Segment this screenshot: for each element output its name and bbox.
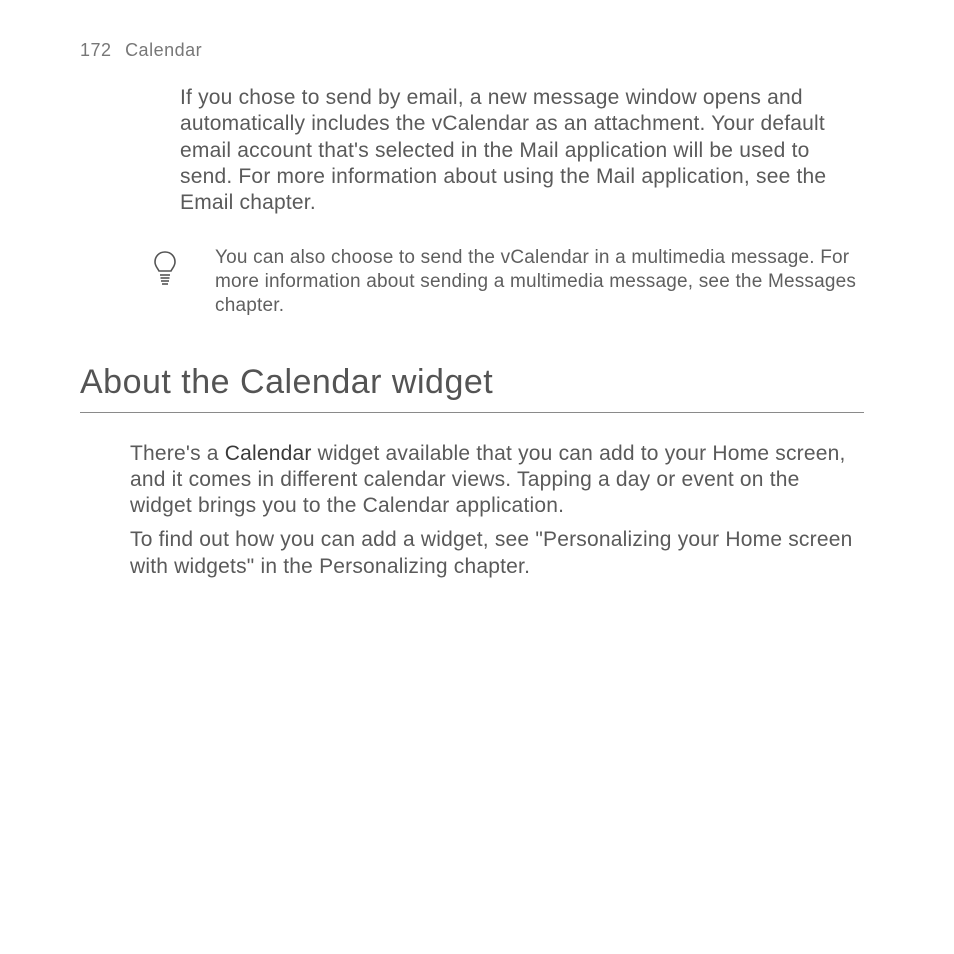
intro-paragraph: If you chose to send by email, a new mes… (180, 85, 864, 216)
tip-text: You can also choose to send the vCalenda… (215, 246, 864, 317)
header-title: Calendar (125, 40, 202, 60)
section-paragraph-2: To find out how you can add a widget, se… (130, 527, 864, 580)
document-page: 172 Calendar If you chose to send by ema… (0, 0, 954, 580)
running-header: 172 Calendar (80, 40, 864, 61)
section-heading: About the Calendar widget (80, 363, 864, 402)
page-number: 172 (80, 40, 112, 60)
tip-callout: You can also choose to send the vCalenda… (80, 246, 864, 317)
tip-icon-container (125, 246, 205, 291)
para1-keyword: Calendar (225, 442, 312, 465)
section-divider (80, 412, 864, 413)
section-paragraph-1: There's a Calendar widget available that… (130, 441, 864, 520)
para1-prefix: There's a (130, 442, 225, 465)
lightbulb-tip-icon (152, 250, 178, 291)
